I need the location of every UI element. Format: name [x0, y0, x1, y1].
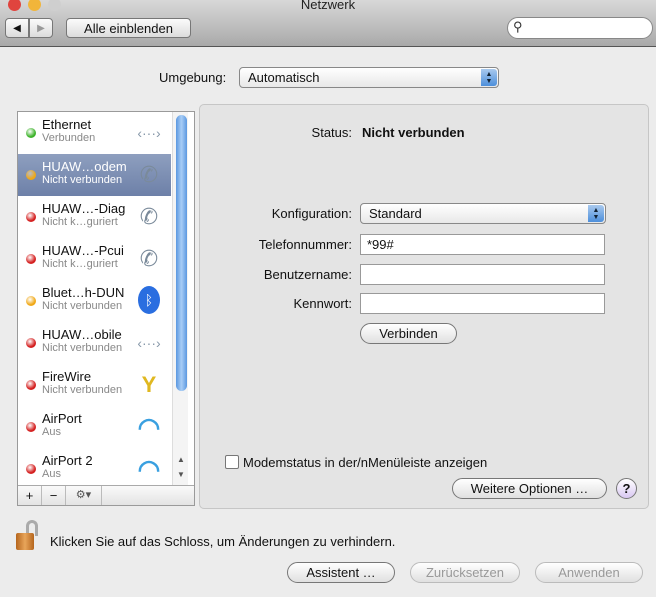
status-dot-icon — [26, 212, 36, 222]
service-name: FireWire — [42, 369, 92, 384]
service-name: Bluet…h-DUN — [42, 285, 125, 300]
service-status: Nicht k…guriert — [42, 258, 118, 270]
apply-button[interactable]: Anwenden — [535, 562, 643, 583]
location-label: Umgebung: — [159, 70, 227, 85]
service-status: Nicht verbunden — [42, 174, 123, 186]
location-popup[interactable]: Automatisch ▲ ▼ — [239, 67, 499, 88]
forward-button[interactable]: ▶ — [29, 18, 53, 38]
remove-service-button[interactable]: − — [42, 486, 66, 505]
service-item[interactable]: AirPort Aus ◠ — [18, 406, 171, 448]
status-dot-icon — [26, 296, 36, 306]
action-menu-button[interactable]: ⚙▾ — [66, 486, 102, 505]
lock-text: Klicken Sie auf das Schloss, um Änderung… — [50, 534, 396, 549]
config-label: Konfiguration: — [271, 206, 352, 221]
status-value: Nicht verbunden — [362, 125, 465, 140]
phone-field[interactable]: *99# — [360, 234, 605, 255]
service-status: Aus — [42, 426, 61, 438]
service-item[interactable]: Bluet…h-DUN Nicht verbunden ᛒ — [18, 280, 171, 322]
phone-label: Telefonnummer: — [258, 237, 352, 252]
service-name: HUAW…-Pcui — [42, 243, 124, 258]
status-dot-icon — [26, 170, 36, 180]
scroll-down-icon[interactable]: ▼ — [177, 470, 185, 479]
firewire-icon: Y — [141, 372, 157, 397]
config-value: Standard — [369, 206, 422, 221]
scroll-thumb[interactable] — [176, 115, 187, 391]
modem-status-label: Modemstatus in der/nMenüleiste anzeigen — [243, 455, 488, 470]
ethernet-icon: ‹···› — [137, 335, 161, 351]
service-status: Nicht verbunden — [42, 342, 123, 354]
service-item[interactable]: HUAW…-Pcui Nicht k…guriert ✆ — [18, 238, 171, 280]
help-button[interactable]: ? — [616, 478, 637, 499]
wifi-icon: ◠ — [137, 411, 161, 442]
modem-status-checkbox[interactable] — [225, 455, 239, 469]
status-dot-icon — [26, 254, 36, 264]
scroll-up-icon[interactable]: ▲ — [177, 455, 185, 464]
popup-arrows-icon: ▲ ▼ — [588, 205, 604, 222]
password-field[interactable] — [360, 293, 605, 314]
service-status: Nicht verbunden — [42, 384, 123, 396]
lock-icon[interactable] — [16, 520, 42, 552]
service-name: AirPort 2 — [42, 453, 93, 468]
status-dot-icon — [26, 464, 36, 474]
phone-icon: ✆ — [139, 204, 159, 229]
location-value: Automatisch — [248, 70, 320, 85]
window-title: Netzwerk — [300, 0, 356, 12]
service-item[interactable]: HUAW…obile Nicht verbunden ‹···› — [18, 322, 171, 364]
search-input[interactable]: ⚲ — [507, 17, 653, 39]
status-label: Status: — [311, 125, 352, 140]
phone-icon: ✆ — [139, 246, 159, 271]
phone-icon: ✆ — [139, 162, 159, 187]
wifi-icon: ◠ — [137, 453, 161, 484]
service-status: Aus — [42, 468, 61, 480]
service-item[interactable]: HUAW…-Diag Nicht k…guriert ✆ — [18, 196, 171, 238]
status-dot-icon — [26, 338, 36, 348]
service-item[interactable]: FireWire Nicht verbunden Y — [18, 364, 171, 406]
connect-button[interactable]: Verbinden — [360, 323, 457, 344]
service-item[interactable]: AirPort 2 Aus ◠ — [18, 448, 171, 490]
service-name: AirPort — [42, 411, 82, 426]
service-item[interactable]: Ethernet Verbunden ‹···› — [18, 112, 171, 154]
back-button[interactable]: ◀ — [5, 18, 29, 38]
list-toolbar: + − ⚙▾ — [18, 485, 194, 505]
status-dot-icon — [26, 380, 36, 390]
username-field[interactable] — [360, 264, 605, 285]
service-list: Ethernet Verbunden ‹···› HUAW…odem Nicht… — [17, 111, 195, 506]
config-popup[interactable]: Standard ▲ ▼ — [360, 203, 606, 224]
revert-button[interactable]: Zurücksetzen — [410, 562, 520, 583]
service-status: Nicht k…guriert — [42, 216, 118, 228]
toolbar: Netzwerk ◀ ▶ Alle einblenden ⚲ — [0, 0, 656, 47]
service-name: HUAW…obile — [42, 327, 122, 342]
service-status: Verbunden — [42, 132, 96, 144]
scrollbar[interactable]: ▲ ▼ — [172, 112, 188, 485]
more-options-button[interactable]: Weitere Optionen … — [452, 478, 607, 499]
status-dot-icon — [26, 422, 36, 432]
ethernet-icon: ‹···› — [137, 125, 161, 141]
service-name: Ethernet — [42, 117, 92, 132]
search-icon: ⚲ — [513, 19, 523, 34]
add-service-button[interactable]: + — [18, 486, 42, 505]
popup-arrows-icon: ▲ ▼ — [481, 69, 497, 86]
assistant-button[interactable]: Assistent … — [287, 562, 395, 583]
password-label: Kennwort: — [293, 296, 352, 311]
service-item[interactable]: HUAW…odem Nicht verbunden ✆ — [18, 154, 171, 196]
show-all-button[interactable]: Alle einblenden — [66, 18, 191, 38]
username-label: Benutzername: — [263, 267, 352, 282]
service-name: HUAW…-Diag — [42, 201, 126, 216]
status-dot-icon — [26, 128, 36, 138]
service-name: HUAW…odem — [42, 159, 127, 174]
service-status: Nicht verbunden — [42, 300, 123, 312]
bluetooth-icon: ᛒ — [138, 286, 160, 314]
